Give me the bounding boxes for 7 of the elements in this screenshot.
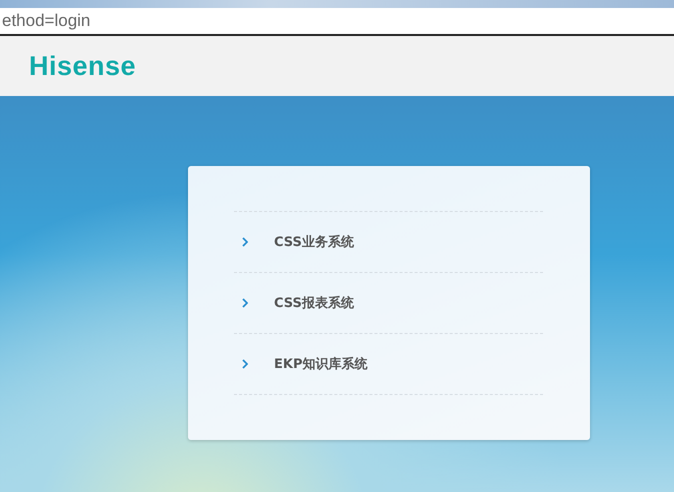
system-link[interactable]: CSS业务系统 <box>234 211 543 272</box>
system-link[interactable]: EKP知识库系统 <box>234 333 543 394</box>
system-link[interactable]: CSS报表系统 <box>234 272 543 333</box>
logo: Hisense <box>29 50 136 82</box>
chevron-icon <box>242 298 248 308</box>
chevron-icon <box>242 359 248 369</box>
chevron-icon <box>242 237 248 247</box>
